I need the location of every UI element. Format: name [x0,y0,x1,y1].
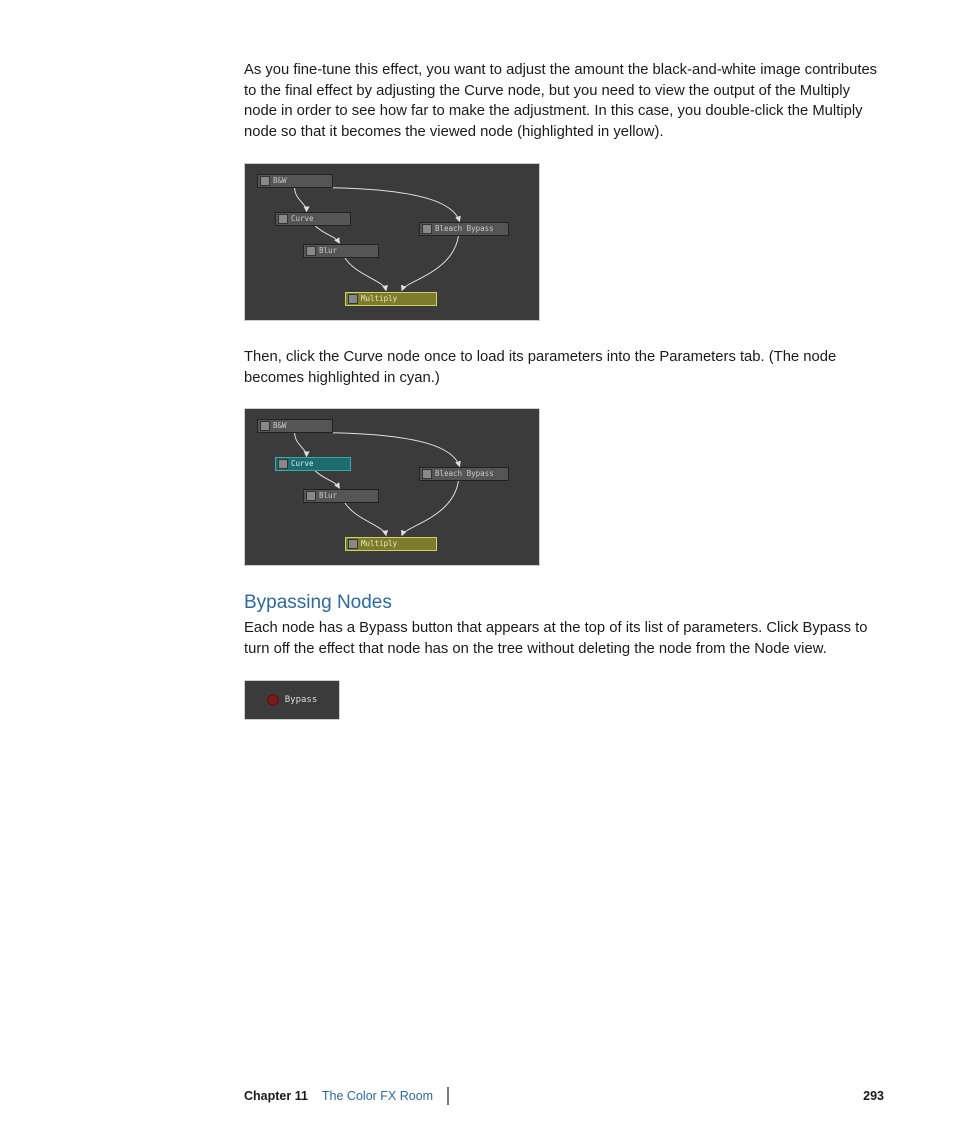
node-bw: B&W [257,419,333,433]
node-multiply-viewed: Multiply [345,537,437,551]
paragraph-1: As you fine-tune this effect, you want t… [244,60,884,143]
paragraph-3: Each node has a Bypass button that appea… [244,618,884,659]
footer-divider [447,1087,449,1105]
thumbnail-icon [260,176,270,186]
page-footer: Chapter 11 The Color FX Room 293 [244,1087,884,1105]
heading-bypassing-nodes: Bypassing Nodes [244,592,884,614]
node-label: B&W [273,419,287,433]
thumbnail-icon [422,469,432,479]
thumbnail-icon [278,459,288,469]
chapter-number: Chapter 11 [244,1089,308,1103]
node-label: Curve [291,457,314,471]
thumbnail-icon [306,491,316,501]
figure-bypass-button: Bypass [244,680,340,720]
thumbnail-icon [260,421,270,431]
bypass-label: Bypass [285,695,318,705]
node-label: Multiply [361,537,397,551]
node-label: B&W [273,174,287,188]
bypass-indicator-icon [267,694,279,706]
node-label: Blur [319,244,337,258]
thumbnail-icon [422,224,432,234]
figure-node-tree-1: B&W Curve Blur Bleach Bypass Multiply [244,163,540,321]
node-curve-selected: Curve [275,457,351,471]
page-number: 293 [863,1089,884,1103]
node-label: Multiply [361,292,397,306]
thumbnail-icon [306,246,316,256]
thumbnail-icon [278,214,288,224]
node-blur: Blur [303,489,379,503]
node-curve: Curve [275,212,351,226]
thumbnail-icon [348,294,358,304]
figure-node-tree-2: B&W Curve Blur Bleach Bypass Multiply [244,408,540,566]
node-bleach-bypass: Bleach Bypass [419,467,509,481]
paragraph-2: Then, click the Curve node once to load … [244,347,884,388]
node-label: Blur [319,489,337,503]
node-blur: Blur [303,244,379,258]
node-label: Bleach Bypass [435,222,494,236]
node-multiply-viewed: Multiply [345,292,437,306]
node-bleach-bypass: Bleach Bypass [419,222,509,236]
node-label: Bleach Bypass [435,467,494,481]
node-label: Curve [291,212,314,226]
node-bw: B&W [257,174,333,188]
thumbnail-icon [348,539,358,549]
chapter-title: The Color FX Room [322,1089,433,1103]
